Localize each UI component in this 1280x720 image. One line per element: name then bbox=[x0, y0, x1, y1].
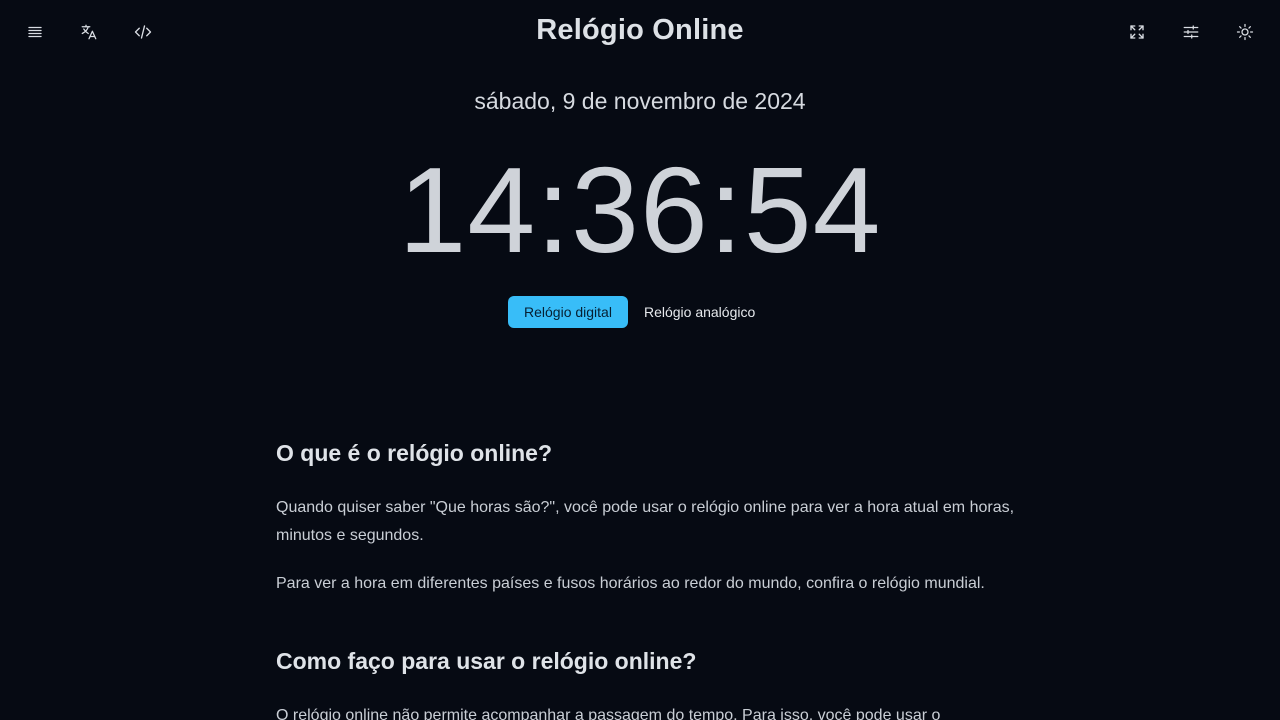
settings-button[interactable] bbox=[1175, 16, 1207, 48]
section-paragraph: O relógio online não permite acompanhar … bbox=[276, 707, 941, 720]
current-date: sábado, 9 de novembro de 2024 bbox=[474, 88, 806, 114]
clock-mode-toggle: Relógio digital Relógio analógico bbox=[508, 296, 771, 328]
theme-button[interactable] bbox=[1229, 16, 1261, 48]
section-paragraph: Para ver a hora em diferentes países e f… bbox=[276, 575, 985, 592]
section-heading-what-is: O que é o relógio online? bbox=[276, 440, 553, 466]
digital-clock-button[interactable]: Relógio digital bbox=[508, 296, 628, 328]
sun-icon bbox=[1236, 23, 1254, 41]
current-time: 14:36:54 bbox=[398, 142, 882, 278]
section-heading-how-to-use: Como faço para usar o relógio online? bbox=[276, 648, 697, 674]
fullscreen-button[interactable] bbox=[1121, 16, 1153, 48]
section-paragraph: Quando quiser saber "Que horas são?", vo… bbox=[276, 499, 1015, 544]
sliders-icon bbox=[1183, 25, 1199, 39]
analog-clock-button[interactable]: Relógio analógico bbox=[628, 296, 771, 328]
page: Relógio Online sábado, 9 de novembro de … bbox=[0, 0, 1280, 720]
page-title: Relógio Online bbox=[536, 14, 744, 46]
fullscreen-icon bbox=[1130, 25, 1144, 39]
